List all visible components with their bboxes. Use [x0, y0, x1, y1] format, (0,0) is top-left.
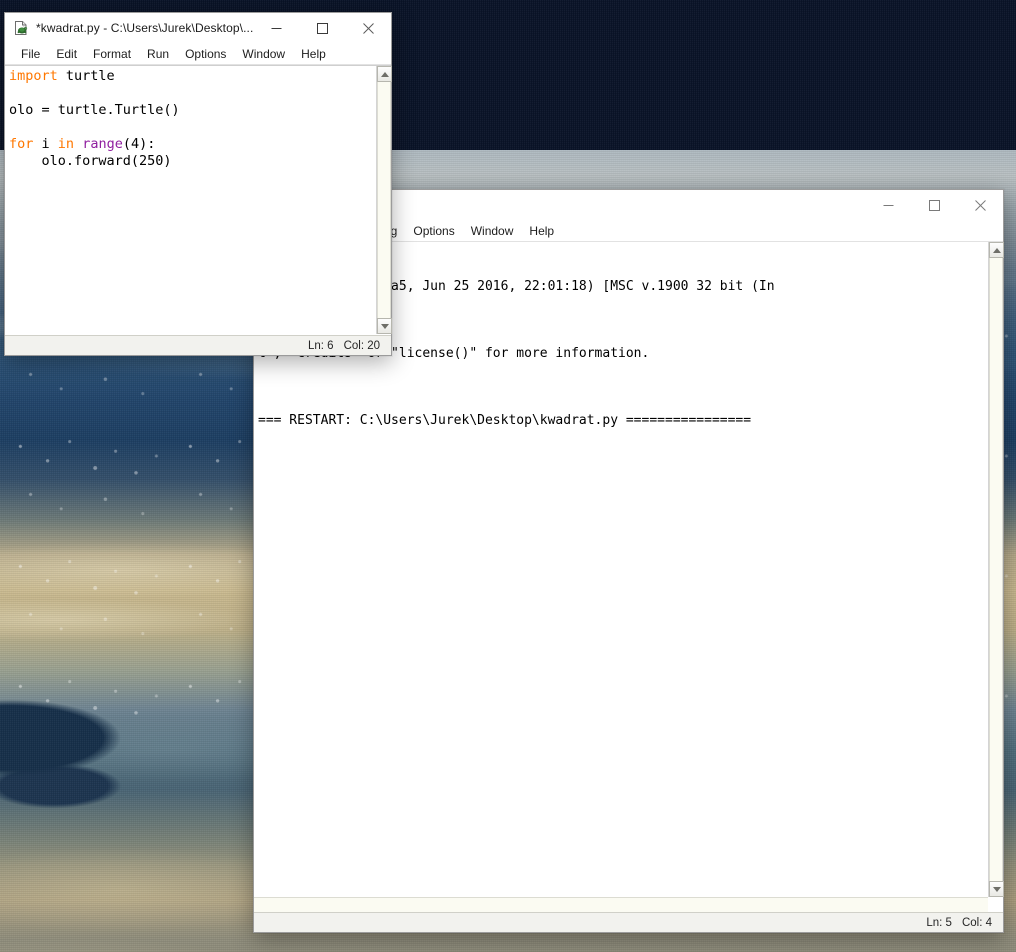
shell-line-indicator: Ln: 5 — [926, 916, 952, 929]
maximize-icon — [316, 22, 328, 34]
shell-close-button[interactable] — [957, 190, 1003, 220]
code-token-keyword: import — [9, 68, 58, 84]
code-line: for i in range(4): — [9, 136, 180, 153]
python-file-icon — [13, 20, 29, 36]
code-token-plain: i — [33, 136, 58, 152]
editor-line-indicator: Ln: 6 — [307, 339, 334, 352]
code-line: olo = turtle.Turtle() — [9, 102, 180, 119]
editor-maximize-button[interactable] — [299, 13, 345, 43]
editor-menu-help[interactable]: Help — [293, 43, 334, 65]
shell-statusbar: Ln: 5 Col: 4 — [254, 912, 1003, 932]
editor-menubar[interactable]: File Edit Format Run Options Window Help — [5, 43, 391, 65]
shell-vscroll-trough[interactable] — [989, 258, 1003, 881]
editor-vscroll-trough[interactable] — [377, 82, 391, 318]
shell-window-controls — [865, 190, 1003, 220]
editor-scroll-up-button[interactable] — [377, 66, 392, 82]
editor-menu-edit[interactable]: Edit — [48, 43, 85, 65]
editor-code-text: import turtle olo = turtle.Turtle() for … — [9, 68, 180, 170]
editor-menu-run[interactable]: Run — [139, 43, 177, 65]
code-token-keyword: in — [57, 136, 75, 152]
shell-col-indicator: Col: 4 — [961, 916, 992, 929]
code-line: import turtle — [9, 68, 180, 85]
shell-minimize-button[interactable] — [865, 190, 911, 220]
code-token-plain: (4): — [122, 136, 156, 152]
editor-col-indicator: Col: 20 — [343, 339, 380, 352]
code-token-plain: turtle — [57, 68, 115, 84]
editor-close-button[interactable] — [345, 13, 391, 43]
minimize-icon — [271, 27, 281, 29]
editor-code-area[interactable]: import turtle olo = turtle.Turtle() for … — [5, 65, 392, 334]
shell-menu-help[interactable]: Help — [521, 220, 562, 242]
editor-menu-window[interactable]: Window — [234, 43, 293, 65]
editor-menu-options[interactable]: Options — [177, 43, 234, 65]
shell-vertical-scrollbar[interactable] — [988, 242, 1004, 897]
shell-menu-options[interactable]: Options — [405, 220, 462, 242]
code-token-keyword: for — [9, 136, 34, 152]
chevron-down-icon — [380, 323, 389, 329]
shell-scroll-up-button[interactable] — [989, 242, 1004, 258]
chevron-down-icon — [992, 886, 1001, 892]
code-token-plain: olo = turtle.Turtle() — [9, 102, 180, 118]
editor-statusbar: Ln: 6 Col: 20 — [5, 335, 391, 355]
minimize-icon — [883, 204, 893, 206]
code-line: olo.forward(250) — [9, 153, 180, 170]
code-token-plain: olo.forward(250) — [9, 153, 172, 169]
editor-window-controls — [253, 13, 391, 43]
idle-editor-window[interactable]: *kwadrat.py - C:\Users\Jurek\Desktop\... — [4, 12, 392, 356]
shell-scroll-down-button[interactable] — [989, 881, 1004, 897]
close-icon — [362, 22, 374, 34]
code-token-builtin: range — [82, 136, 123, 152]
shell-menu-window[interactable]: Window — [463, 220, 522, 242]
shell-maximize-button[interactable] — [911, 190, 957, 220]
chevron-up-icon — [380, 71, 389, 77]
editor-minimize-button[interactable] — [253, 13, 299, 43]
shell-restart-line: === RESTART: C:\Users\Jurek\Desktop\kwad… — [258, 413, 752, 428]
close-icon — [974, 199, 986, 211]
maximize-icon — [928, 199, 940, 211]
editor-menu-file[interactable]: File — [13, 43, 48, 65]
chevron-up-icon — [992, 247, 1001, 253]
shell-horizontal-scrollbar[interactable] — [254, 897, 988, 912]
editor-menu-format[interactable]: Format — [85, 43, 139, 65]
editor-scroll-down-button[interactable] — [377, 318, 392, 334]
editor-vertical-scrollbar[interactable] — [376, 66, 392, 334]
editor-titlebar[interactable]: *kwadrat.py - C:\Users\Jurek\Desktop\... — [5, 13, 391, 43]
editor-title: *kwadrat.py - C:\Users\Jurek\Desktop\... — [36, 21, 253, 35]
